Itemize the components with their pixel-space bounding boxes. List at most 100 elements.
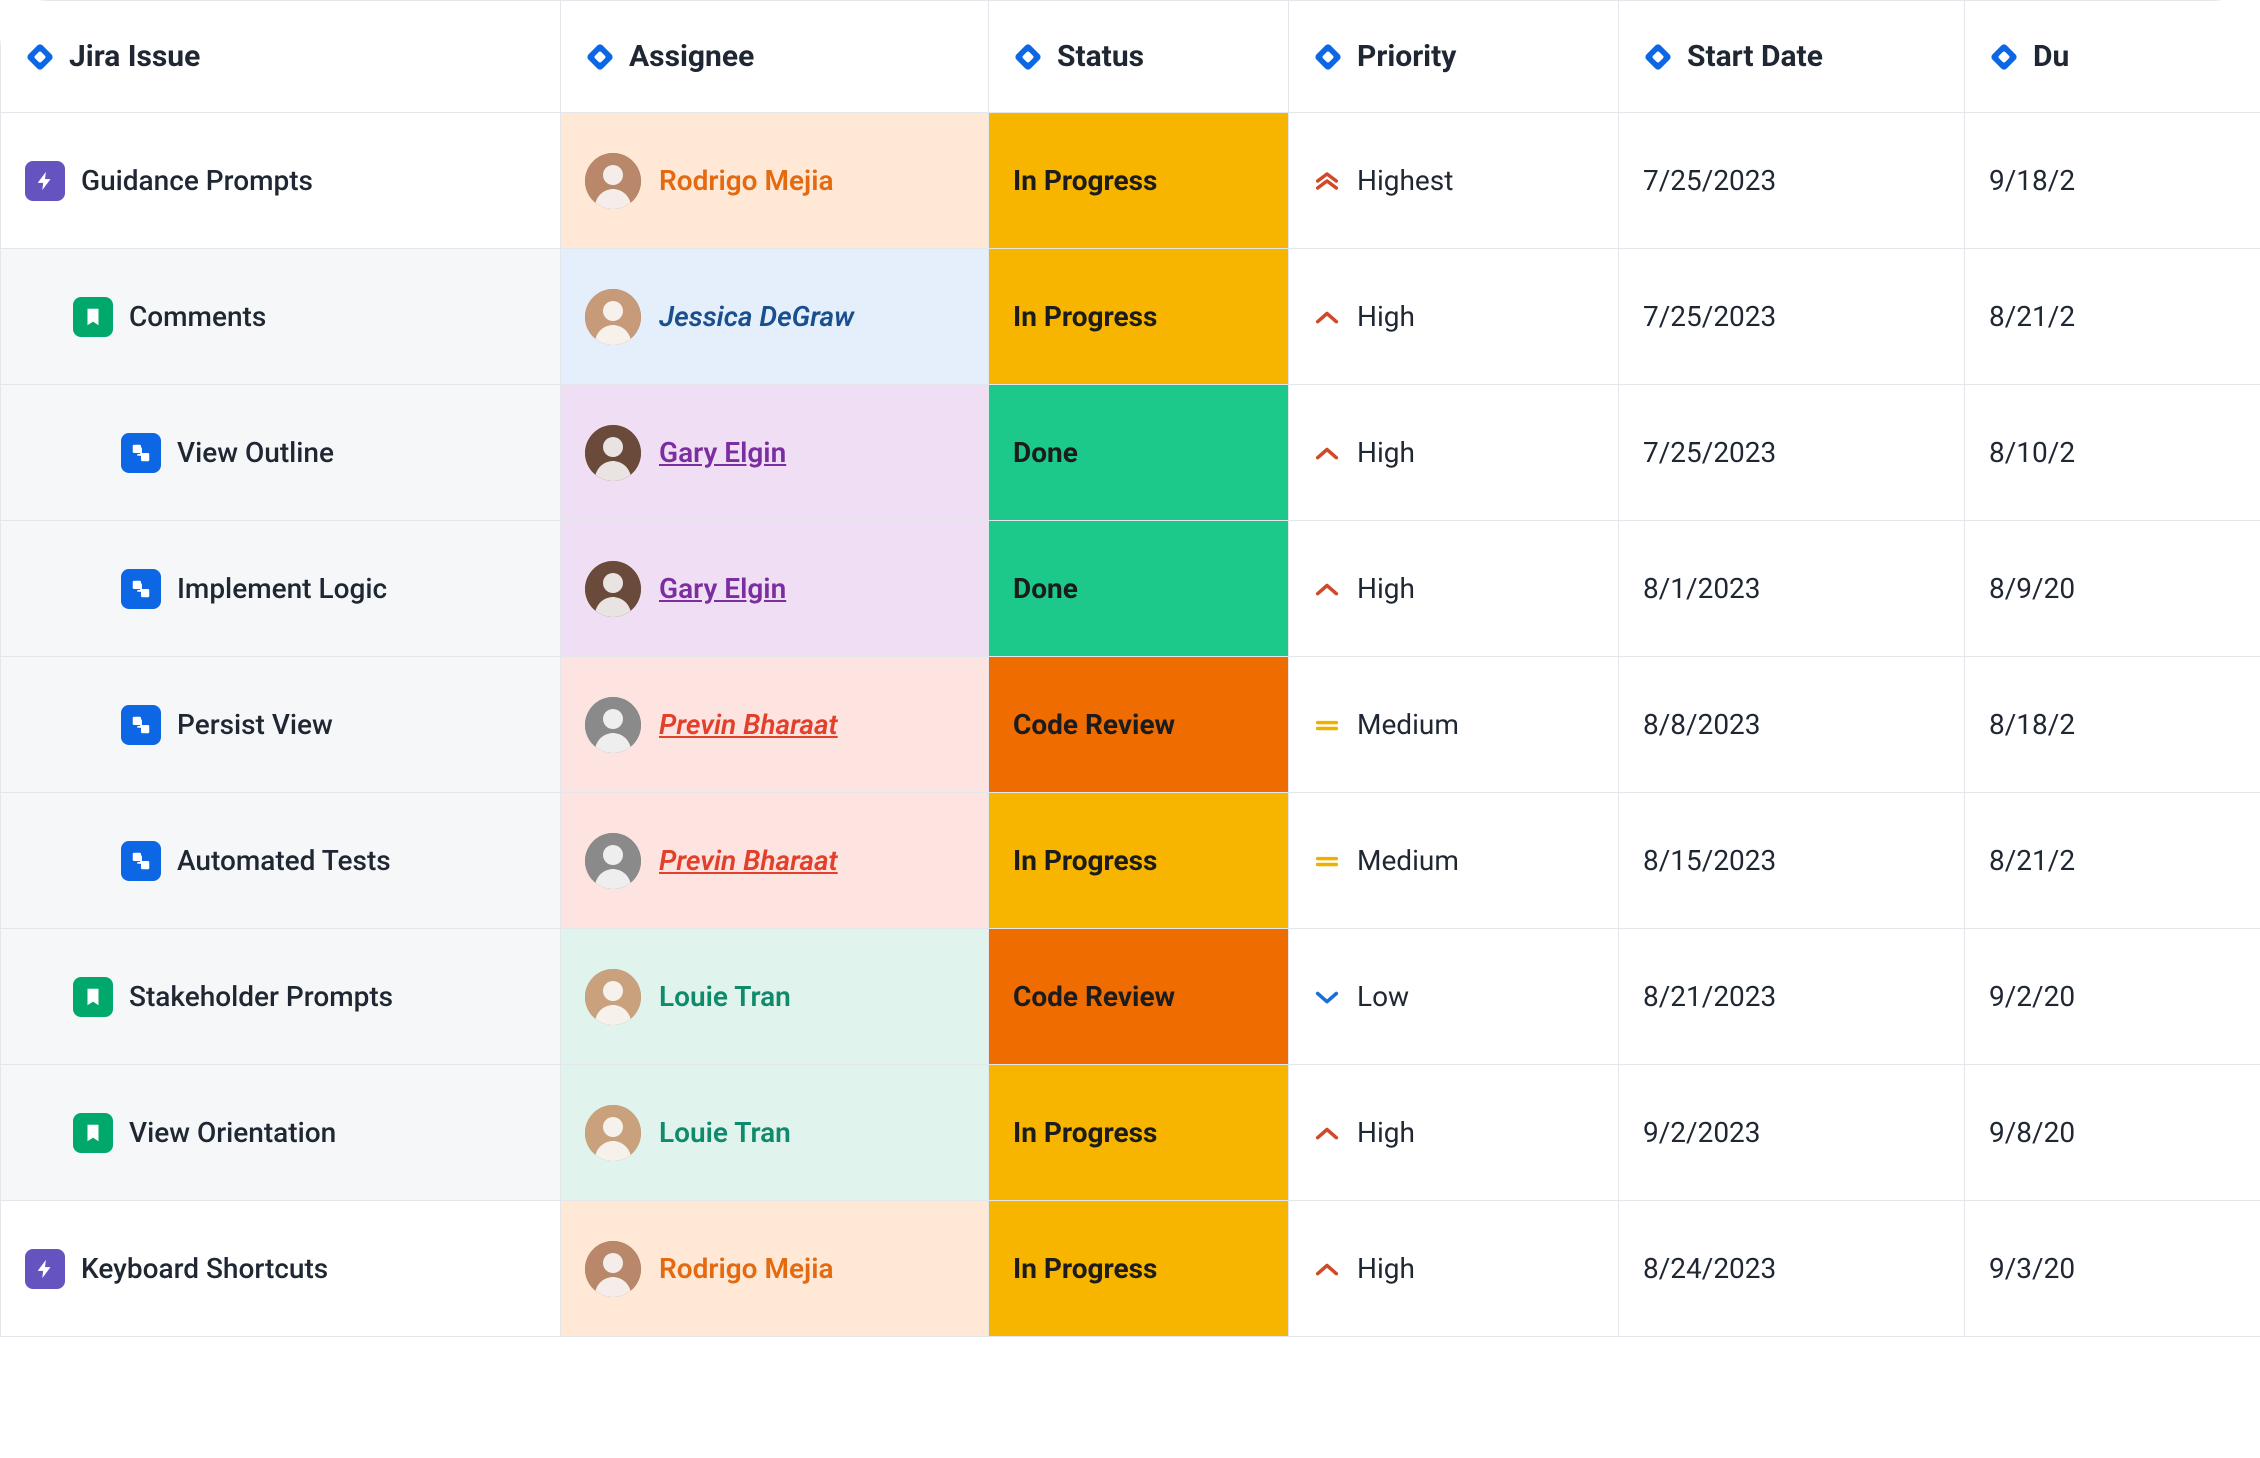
- status-cell[interactable]: Code Review: [989, 657, 1289, 793]
- priority-cell[interactable]: High: [1289, 521, 1618, 656]
- status-cell[interactable]: In Progress: [989, 249, 1289, 385]
- assignee-cell[interactable]: Previn Bharaat: [561, 793, 988, 928]
- due-date-cell[interactable]: 8/21/2: [1965, 249, 2260, 385]
- col-header-due-date[interactable]: Du: [1965, 1, 2260, 113]
- start-date-cell[interactable]: 9/2/2023: [1619, 1065, 1965, 1201]
- priority-cell[interactable]: High: [1289, 249, 1618, 384]
- assignee-name: Rodrigo Mejia: [659, 164, 834, 197]
- assignee-cell[interactable]: Gary Elgin: [561, 385, 988, 520]
- status-cell[interactable]: In Progress: [989, 1065, 1289, 1201]
- issue-title[interactable]: Guidance Prompts: [81, 164, 313, 197]
- col-header-label: Jira Issue: [69, 39, 200, 74]
- status-cell[interactable]: In Progress: [989, 1201, 1289, 1337]
- priority-label: High: [1357, 1252, 1415, 1285]
- priority-cell[interactable]: Medium: [1289, 793, 1618, 928]
- avatar: [585, 1241, 641, 1297]
- priority-cell[interactable]: Highest: [1289, 113, 1618, 248]
- story-icon: [73, 297, 113, 337]
- assignee-name: Jessica DeGraw: [659, 300, 854, 333]
- col-header-assignee[interactable]: Assignee: [561, 1, 989, 113]
- table-row[interactable]: Comments Jessica DeGraw In Progress High…: [1, 249, 2260, 385]
- issue-title[interactable]: Automated Tests: [177, 844, 391, 877]
- status-cell[interactable]: Done: [989, 521, 1289, 657]
- priority-cell[interactable]: High: [1289, 1201, 1618, 1336]
- assignee-cell[interactable]: Jessica DeGraw: [561, 249, 988, 384]
- priority-high-icon: [1313, 1259, 1341, 1279]
- avatar: [585, 289, 641, 345]
- due-date-cell[interactable]: 8/21/2: [1965, 793, 2260, 929]
- col-header-label: Status: [1057, 39, 1144, 74]
- table-row[interactable]: Guidance Prompts Rodrigo Mejia In Progre…: [1, 113, 2260, 249]
- issue-title[interactable]: View Outline: [177, 436, 334, 469]
- start-date-cell[interactable]: 8/8/2023: [1619, 657, 1965, 793]
- issue-title[interactable]: View Orientation: [129, 1116, 336, 1149]
- priority-cell[interactable]: High: [1289, 1065, 1618, 1200]
- avatar: [585, 969, 641, 1025]
- status-label: In Progress: [1013, 844, 1157, 877]
- due-date-cell[interactable]: 9/8/20: [1965, 1065, 2260, 1201]
- due-date-cell[interactable]: 8/18/2: [1965, 657, 2260, 793]
- status-label: Done: [1013, 436, 1078, 469]
- assignee-cell[interactable]: Louie Tran: [561, 1065, 988, 1200]
- jira-table-frame: Jira Issue Assignee Status Priority Star…: [0, 0, 2260, 1458]
- issue-title[interactable]: Stakeholder Prompts: [129, 980, 393, 1013]
- table-row[interactable]: Stakeholder Prompts Louie Tran Code Revi…: [1, 929, 2260, 1065]
- col-header-issue[interactable]: Jira Issue: [1, 1, 561, 113]
- due-date-cell[interactable]: 9/3/20: [1965, 1201, 2260, 1337]
- table-row[interactable]: Implement Logic Gary Elgin Done High 8/1…: [1, 521, 2260, 657]
- priority-high-icon: [1313, 1123, 1341, 1143]
- priority-label: High: [1357, 436, 1415, 469]
- start-date-cell[interactable]: 8/21/2023: [1619, 929, 1965, 1065]
- epic-icon: [25, 161, 65, 201]
- start-date-cell[interactable]: 8/15/2023: [1619, 793, 1965, 929]
- priority-high-icon: [1313, 579, 1341, 599]
- start-date-cell[interactable]: 7/25/2023: [1619, 113, 1965, 249]
- status-label: In Progress: [1013, 300, 1157, 333]
- assignee-name: Gary Elgin: [659, 436, 786, 469]
- table-row[interactable]: View Orientation Louie Tran In Progress …: [1, 1065, 2260, 1201]
- issue-title[interactable]: Persist View: [177, 708, 333, 741]
- due-date-cell[interactable]: 9/18/2: [1965, 113, 2260, 249]
- priority-label: High: [1357, 1116, 1415, 1149]
- status-cell[interactable]: In Progress: [989, 113, 1289, 249]
- story-icon: [73, 977, 113, 1017]
- subtask-icon: [121, 705, 161, 745]
- priority-label: High: [1357, 572, 1415, 605]
- start-date-cell[interactable]: 7/25/2023: [1619, 385, 1965, 521]
- assignee-cell[interactable]: Rodrigo Mejia: [561, 113, 988, 248]
- col-header-priority[interactable]: Priority: [1289, 1, 1619, 113]
- priority-cell[interactable]: Low: [1289, 929, 1618, 1064]
- priority-high-icon: [1313, 443, 1341, 463]
- assignee-cell[interactable]: Louie Tran: [561, 929, 988, 1064]
- assignee-name: Rodrigo Mejia: [659, 1252, 834, 1285]
- start-date-cell[interactable]: 8/1/2023: [1619, 521, 1965, 657]
- status-cell[interactable]: In Progress: [989, 793, 1289, 929]
- start-date-cell[interactable]: 8/24/2023: [1619, 1201, 1965, 1337]
- priority-cell[interactable]: High: [1289, 385, 1618, 520]
- table-row[interactable]: View Outline Gary Elgin Done High 7/25/2…: [1, 385, 2260, 521]
- status-label: Code Review: [1013, 980, 1175, 1013]
- priority-high-icon: [1313, 307, 1341, 327]
- col-header-start-date[interactable]: Start Date: [1619, 1, 1965, 113]
- priority-label: High: [1357, 300, 1415, 333]
- due-date-cell[interactable]: 8/10/2: [1965, 385, 2260, 521]
- priority-low-icon: [1313, 987, 1341, 1007]
- col-header-status[interactable]: Status: [989, 1, 1289, 113]
- priority-cell[interactable]: Medium: [1289, 657, 1618, 792]
- subtask-icon: [121, 569, 161, 609]
- due-date-cell[interactable]: 9/2/20: [1965, 929, 2260, 1065]
- table-row[interactable]: Automated Tests Previn Bharaat In Progre…: [1, 793, 2260, 929]
- issue-title[interactable]: Implement Logic: [177, 572, 387, 605]
- assignee-cell[interactable]: Rodrigo Mejia: [561, 1201, 988, 1336]
- table-row[interactable]: Persist View Previn Bharaat Code Review …: [1, 657, 2260, 793]
- status-cell[interactable]: Code Review: [989, 929, 1289, 1065]
- assignee-cell[interactable]: Gary Elgin: [561, 521, 988, 656]
- due-date-cell[interactable]: 8/9/20: [1965, 521, 2260, 657]
- assignee-cell[interactable]: Previn Bharaat: [561, 657, 988, 792]
- issue-title[interactable]: Keyboard Shortcuts: [81, 1252, 328, 1285]
- start-date-cell[interactable]: 7/25/2023: [1619, 249, 1965, 385]
- status-cell[interactable]: Done: [989, 385, 1289, 521]
- status-label: In Progress: [1013, 164, 1157, 197]
- table-row[interactable]: Keyboard Shortcuts Rodrigo Mejia In Prog…: [1, 1201, 2260, 1337]
- issue-title[interactable]: Comments: [129, 300, 266, 333]
